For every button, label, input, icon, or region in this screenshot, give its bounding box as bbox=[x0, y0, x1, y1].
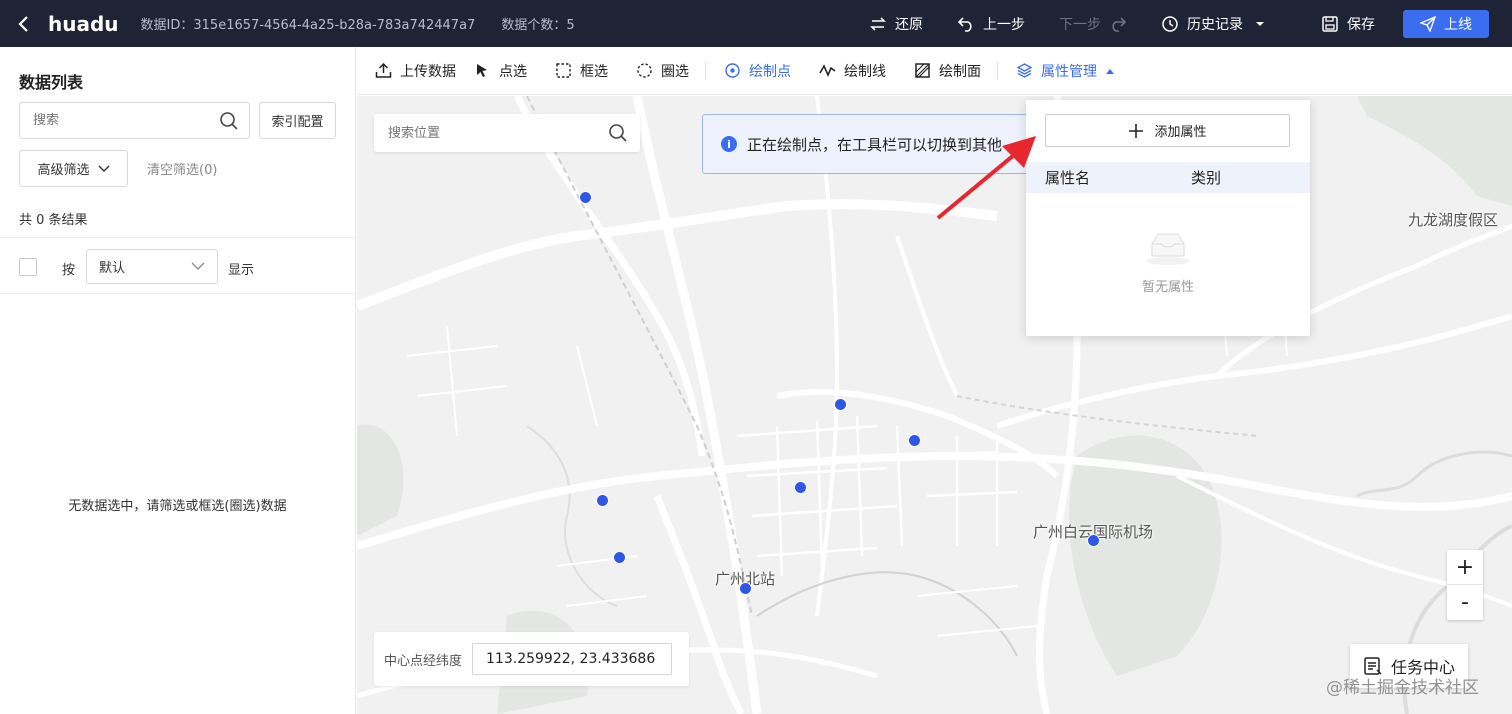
add-attribute-button[interactable]: 添加属性 bbox=[1045, 114, 1290, 147]
location-search-input[interactable] bbox=[374, 114, 594, 152]
map-point[interactable] bbox=[579, 191, 592, 204]
plus-icon bbox=[1129, 123, 1144, 138]
toolbar-divider bbox=[705, 61, 706, 80]
save-button[interactable]: 保存 bbox=[1321, 14, 1375, 34]
draw-polygon-tool[interactable]: 绘制面 bbox=[914, 61, 981, 81]
box-select-tool[interactable]: 框选 bbox=[555, 61, 608, 81]
circle-select-tool[interactable]: 圈选 bbox=[636, 61, 689, 81]
send-icon bbox=[1420, 15, 1436, 32]
caret-down-icon bbox=[1256, 21, 1264, 26]
select-all-checkbox[interactable] bbox=[19, 258, 37, 276]
location-search[interactable] bbox=[374, 114, 640, 152]
zoom-in-button[interactable]: + bbox=[1447, 550, 1483, 585]
cursor-icon bbox=[477, 64, 487, 77]
map-point[interactable] bbox=[908, 434, 921, 447]
map-point[interactable] bbox=[596, 494, 609, 507]
map-point[interactable] bbox=[1087, 534, 1100, 547]
polygon-icon bbox=[915, 63, 930, 78]
swap-icon bbox=[870, 16, 886, 31]
map-point[interactable] bbox=[794, 481, 807, 494]
search-icon[interactable] bbox=[219, 111, 239, 131]
polyline-icon bbox=[819, 64, 836, 77]
project-title: huadu bbox=[48, 11, 119, 36]
clock-icon bbox=[1162, 15, 1178, 32]
clear-filter-link[interactable]: 清空筛选(0) bbox=[147, 159, 217, 178]
data-id: 数据ID：315e1657-4564-4a25-b28a-783a742447a… bbox=[140, 18, 476, 33]
chevron-left-icon bbox=[18, 15, 28, 32]
undo-button[interactable]: 上一步 bbox=[957, 14, 1025, 34]
top-header: huadu 数据ID：315e1657-4564-4a25-b28a-783a7… bbox=[0, 0, 1512, 47]
caret-up-icon bbox=[1106, 68, 1114, 74]
info-icon: i bbox=[721, 136, 737, 152]
back-button[interactable] bbox=[0, 0, 48, 47]
toolbar-divider bbox=[997, 61, 998, 80]
target-point-icon bbox=[725, 63, 740, 78]
attribute-manager-popup: 添加属性 属性名 类别 暂无属性 bbox=[1026, 100, 1310, 336]
sort-row: 按 默认 显示 bbox=[0, 237, 355, 294]
map-label-jiulong-lake: 九龙湖度假区 bbox=[1408, 211, 1499, 229]
search-field[interactable] bbox=[19, 102, 250, 139]
empty-selection-note: 无数据选中，请筛选或框选(圈选)数据 bbox=[68, 499, 287, 514]
annotation-arrow bbox=[936, 136, 1036, 220]
center-label: 中心点经纬度 bbox=[384, 653, 463, 669]
search-input[interactable] bbox=[20, 103, 210, 138]
dashed-square-icon bbox=[556, 63, 571, 78]
zoom-control: + - bbox=[1447, 550, 1483, 620]
redo-icon bbox=[1112, 16, 1127, 32]
map-canvas[interactable]: 九龙湖度假区 广州白云国际机场 广州北站 i 正在绘制点，在工具栏可以切换到其他… bbox=[357, 96, 1512, 714]
panel-title: 数据列表 bbox=[19, 73, 84, 92]
draw-line-tool[interactable]: 绘制线 bbox=[819, 61, 886, 81]
attribute-empty-state: 暂无属性 bbox=[1026, 230, 1310, 295]
draw-point-tool[interactable]: 绘制点 bbox=[724, 61, 791, 81]
search-icon[interactable] bbox=[608, 123, 628, 143]
map-point[interactable] bbox=[739, 582, 752, 595]
sort-suffix: 显示 bbox=[228, 263, 255, 278]
attribute-table-header: 属性名 类别 bbox=[1026, 162, 1310, 193]
history-dropdown[interactable]: 历史记录 bbox=[1161, 14, 1265, 34]
upload-icon bbox=[375, 62, 392, 78]
publish-button[interactable]: 上线 bbox=[1403, 9, 1489, 38]
upload-data-tool[interactable]: 上传数据 bbox=[375, 61, 456, 81]
center-coordinate-box: 中心点经纬度 113.259922, 23.433686 bbox=[374, 632, 689, 686]
index-config-button[interactable]: 索引配置 bbox=[259, 102, 336, 139]
chevron-down-icon bbox=[98, 165, 109, 172]
chevron-down-icon bbox=[191, 262, 205, 270]
attr-manage-tool[interactable]: 属性管理 bbox=[1016, 61, 1115, 81]
save-icon bbox=[1322, 15, 1338, 32]
sort-prefix: 按 bbox=[62, 263, 76, 278]
map-point[interactable] bbox=[834, 398, 847, 411]
center-coordinate-input[interactable]: 113.259922, 23.433686 bbox=[472, 643, 673, 675]
dashed-circle-icon bbox=[637, 63, 652, 78]
sort-select[interactable]: 默认 bbox=[86, 249, 218, 284]
empty-inbox-icon bbox=[1146, 233, 1190, 265]
redo-button[interactable]: 下一步 bbox=[1059, 14, 1127, 34]
data-count: 数据个数：5 bbox=[501, 18, 575, 33]
layers-icon bbox=[1016, 63, 1033, 78]
watermark: @稀土掘金技术社区 bbox=[1326, 678, 1479, 698]
advanced-filter-button[interactable]: 高级筛选 bbox=[19, 150, 128, 187]
col-attr-type: 类别 bbox=[1191, 169, 1222, 187]
col-attr-name: 属性名 bbox=[1045, 169, 1091, 187]
data-list-panel: 数据列表 索引配置 高级筛选 清空筛选(0) 共 0 条结果 按 默认 显示 无… bbox=[0, 47, 356, 714]
undo-icon bbox=[957, 16, 972, 32]
map-point[interactable] bbox=[613, 551, 626, 564]
result-count: 共 0 条结果 bbox=[19, 213, 88, 228]
zoom-out-button[interactable]: - bbox=[1447, 585, 1483, 620]
restore-button[interactable]: 还原 bbox=[869, 14, 923, 34]
point-select-tool[interactable]: 点选 bbox=[474, 61, 527, 81]
map-toolbar: 上传数据 点选 框选 圈选 绘制点 绘制线 绘制面 属性管理 bbox=[357, 47, 1512, 95]
empty-text: 暂无属性 bbox=[1141, 280, 1194, 295]
